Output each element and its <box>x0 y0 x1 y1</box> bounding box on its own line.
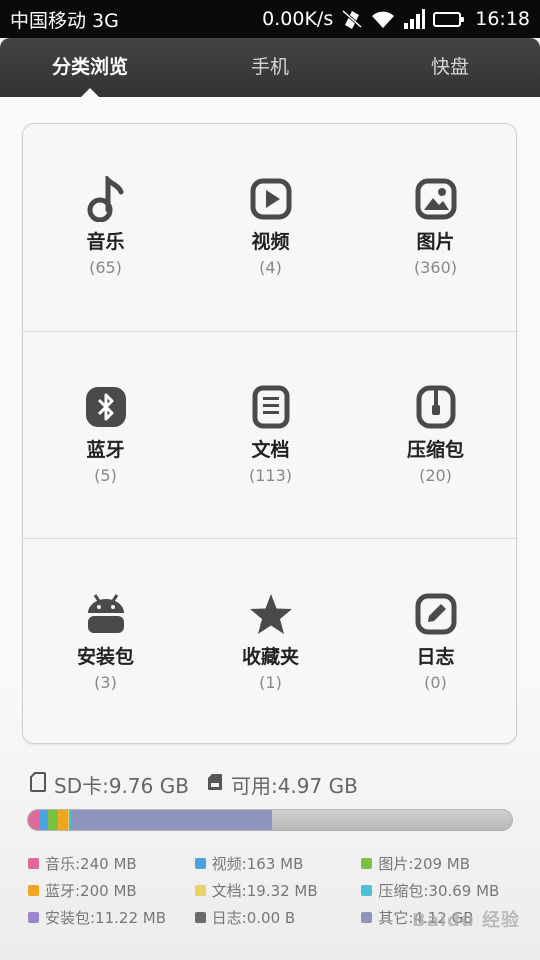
grid-row: 音乐 (65) 视频 (4) 图片 (360) <box>23 124 518 331</box>
wifi-icon <box>371 9 395 29</box>
category-name: 音乐 <box>86 231 125 253</box>
legend-swatch <box>28 858 39 869</box>
category-video[interactable]: 视频 (4) <box>188 124 353 331</box>
battery-icon <box>433 11 465 27</box>
storage-usage-bar <box>27 809 513 831</box>
sd-total-label: SD卡:9.76 GB <box>54 773 189 798</box>
category-count: (360) <box>413 258 458 277</box>
category-count: (0) <box>424 673 447 692</box>
category-count: (1) <box>259 673 282 692</box>
clock: 16:18 <box>475 8 530 30</box>
legend-swatch <box>361 858 373 869</box>
category-name: 压缩包 <box>406 439 464 461</box>
carrier-label: 中国移动 3G <box>10 9 119 32</box>
legend-label: 图片:209 MB <box>378 855 471 873</box>
category-name: 视频 <box>251 231 290 253</box>
category-log[interactable]: 日志 (0) <box>353 539 518 745</box>
legend-swatch <box>194 885 206 896</box>
legend-item: 文档:19.32 MB <box>194 880 362 901</box>
category-bluetooth[interactable]: 蓝牙 (5) <box>23 332 188 538</box>
category-count: (3) <box>94 673 117 692</box>
legend-item: 安装包:11.22 MB <box>28 907 195 928</box>
tab-label: 手机 <box>250 56 289 78</box>
grid-row: 蓝牙 (5) 文档 (113) 压缩包 (20) <box>23 331 518 538</box>
category-document[interactable]: 文档 (113) <box>188 332 353 538</box>
legend-swatch <box>361 885 373 896</box>
sd-free-label: 可用:4.97 GB <box>230 773 358 798</box>
category-count: (65) <box>89 258 122 277</box>
baidu-jingyan-watermark: Baidu 经验 <box>412 910 521 931</box>
category-favorites[interactable]: 收藏夹 (1) <box>188 539 353 745</box>
legend-label: 安装包:11.22 MB <box>45 909 166 927</box>
legend-label: 音乐:240 MB <box>45 855 137 873</box>
category-count: (4) <box>259 258 282 277</box>
storage-bar-segment <box>71 810 273 830</box>
category-name: 安装包 <box>76 646 134 668</box>
legend-swatch <box>28 912 39 923</box>
category-apk[interactable]: 安装包 (3) <box>23 539 188 745</box>
image-icon <box>414 176 458 222</box>
legend-item: 音乐:240 MB <box>28 853 195 874</box>
tab-phone[interactable]: 手机 <box>180 38 360 97</box>
tab-category-browse[interactable]: 分类浏览 <box>0 38 180 97</box>
document-icon <box>249 384 293 430</box>
category-grid: 音乐 (65) 视频 (4) 图片 (360) 蓝牙 (5) 文档 (113) … <box>22 123 518 745</box>
legend-row: 音乐:240 MB 视频:163 MB 图片:209 MB <box>28 850 528 877</box>
legend-label: 视频:163 MB <box>211 855 304 873</box>
music-note-icon <box>84 176 128 222</box>
category-zip[interactable]: 压缩包 (20) <box>353 332 518 538</box>
sd-free-icon <box>207 772 223 796</box>
legend-swatch <box>194 912 206 923</box>
storage-bar-segment <box>48 810 59 830</box>
legend-label: 文档:19.32 MB <box>211 882 318 900</box>
zip-icon <box>414 384 458 430</box>
vibrate-off-icon <box>341 9 363 29</box>
legend-swatch <box>28 885 39 896</box>
legend-item: 视频:163 MB <box>194 853 362 874</box>
active-tab-indicator <box>81 88 99 97</box>
legend-row: 蓝牙:200 MB 文档:19.32 MB 压缩包:30.69 MB <box>28 877 528 904</box>
legend-item: 蓝牙:200 MB <box>28 880 195 901</box>
category-name: 蓝牙 <box>86 439 125 461</box>
network-speed: 0.00K/s <box>262 8 334 30</box>
edit-log-icon <box>414 591 458 637</box>
legend-swatch <box>361 912 373 923</box>
signal-icon <box>403 9 426 29</box>
storage-bar-segment <box>28 810 41 830</box>
tab-label: 分类浏览 <box>51 56 128 78</box>
legend-item: 日志:0.00 B <box>194 907 362 928</box>
legend-label: 蓝牙:200 MB <box>45 882 137 900</box>
legend-swatch <box>194 858 206 869</box>
category-count: (20) <box>419 466 452 485</box>
legend-label: 日志:0.00 B <box>211 909 296 927</box>
legend-item: 图片:209 MB <box>361 853 528 874</box>
tab-bar: 分类浏览 手机 快盘 <box>0 38 540 97</box>
storage-summary: SD卡:9.76 GB 可用:4.97 GB <box>30 770 358 798</box>
category-count: (5) <box>94 466 117 485</box>
category-name: 收藏夹 <box>241 646 299 668</box>
category-name: 文档 <box>251 439 290 461</box>
category-count: (113) <box>248 466 293 485</box>
storage-bar-segment <box>58 810 69 830</box>
bluetooth-icon <box>84 384 128 430</box>
legend-item: 压缩包:30.69 MB <box>361 880 528 901</box>
grid-row: 安装包 (3) 收藏夹 (1) 日志 (0) <box>23 538 518 745</box>
category-name: 日志 <box>416 646 455 668</box>
star-icon <box>249 591 293 637</box>
category-image[interactable]: 图片 (360) <box>353 124 518 331</box>
tab-kuaipan[interactable]: 快盘 <box>360 38 540 97</box>
storage-bar-segment <box>40 810 49 830</box>
status-indicators: 0.00K/s 16:18 <box>262 8 530 30</box>
android-icon <box>84 591 128 637</box>
status-bar: 中国移动 3G 0.00K/s 16:18 <box>0 0 540 38</box>
video-play-icon <box>249 176 293 222</box>
sd-card-icon <box>30 771 46 797</box>
tab-label: 快盘 <box>430 56 469 78</box>
category-name: 图片 <box>416 231 455 253</box>
category-music[interactable]: 音乐 (65) <box>23 124 188 331</box>
legend-label: 压缩包:30.69 MB <box>378 882 500 900</box>
